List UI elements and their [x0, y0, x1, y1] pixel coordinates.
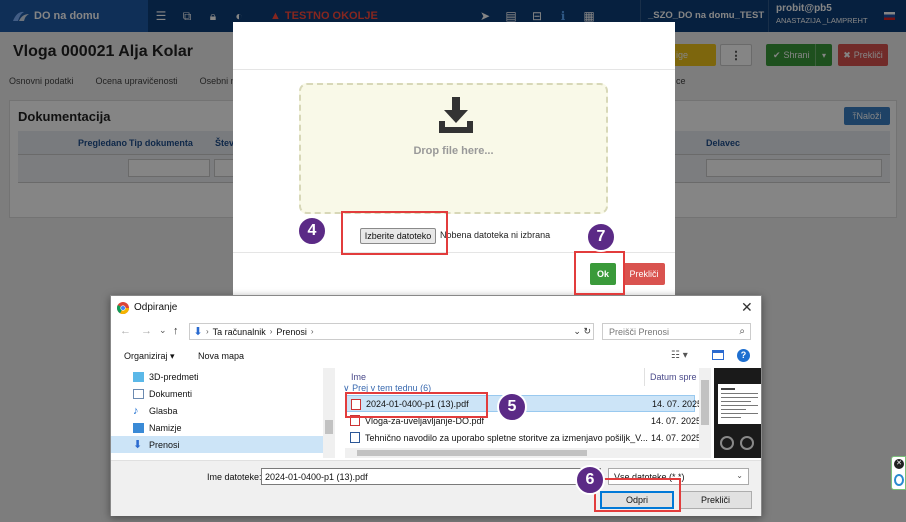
download-icon: [439, 97, 473, 133]
tree-item-label: Glasba: [149, 405, 178, 416]
filename-label: Ime datoteke:: [207, 472, 262, 482]
search-icon: ⌕: [739, 326, 745, 337]
download-arrow-icon: ⬇: [193, 326, 203, 338]
modal-cancel-button[interactable]: Prekliči: [623, 263, 665, 285]
close-icon[interactable]: ✕: [741, 299, 753, 316]
highlight-choose-file: [341, 211, 448, 255]
file-date: 14. 07. 2025: [651, 415, 702, 426]
dialog-nav-bar: ← → ⌄ ↑ ⬇ › Ta računalnik › Prenosi › ⌄ …: [111, 322, 761, 342]
chevron-right-icon: ›: [206, 327, 209, 336]
highlight-open: [594, 478, 681, 512]
tree-item-desktop[interactable]: Namizje: [133, 419, 182, 436]
search-input[interactable]: Preišči Prenosi ⌕: [602, 323, 751, 340]
chevron-down-icon: ⌄: [736, 471, 743, 480]
step-callout-4: 4: [297, 216, 327, 246]
close-icon[interactable]: ✕: [894, 459, 904, 469]
tree-item-label: Namizje: [149, 422, 182, 433]
preview-up-icon[interactable]: [720, 436, 734, 450]
breadcrumb-downloads[interactable]: Prenosi: [276, 327, 307, 337]
new-folder-button[interactable]: Nova mapa: [198, 351, 244, 361]
breadcrumb-this-pc[interactable]: Ta računalnik: [213, 327, 266, 337]
tree-scrollbar[interactable]: [323, 368, 335, 458]
tree-item-label: Dokumenti: [149, 388, 193, 399]
divider: [233, 69, 675, 70]
dialog-titlebar: Odpiranje ✕: [111, 296, 761, 320]
forward-arrow-icon[interactable]: →: [141, 325, 152, 337]
preview-lines: [721, 388, 758, 418]
scrollbar-thumb[interactable]: [357, 450, 587, 456]
file-status: Nobena datoteka ni izbrana: [440, 230, 551, 240]
chrome-icon: [117, 302, 129, 314]
tree-item-downloads[interactable]: ⬇ Prenosi: [111, 436, 323, 453]
preview-pane-icon[interactable]: [712, 350, 724, 360]
tree-item-label: 3D-predmeti: [149, 371, 199, 382]
tree-item-label: Prenosi: [149, 439, 180, 450]
tree-item-3d[interactable]: 3D-predmeti: [133, 368, 199, 385]
address-bar[interactable]: ⬇ › Ta računalnik › Prenosi › ⌄ ↻: [189, 323, 594, 340]
dialog-title: Odpiranje: [134, 302, 178, 313]
document-preview-thumbnail: [718, 384, 761, 424]
desktop-icon: [133, 422, 144, 433]
dialog-cancel-button[interactable]: Prekliči: [679, 491, 752, 509]
dialog-toolbar: Organiziraj ▾ Nova mapa ☷ ▾ ?: [111, 348, 761, 366]
drop-text: Drop file here...: [413, 145, 494, 157]
step-callout-7: 7: [586, 222, 616, 252]
3d-objects-icon: [133, 371, 144, 382]
column-name[interactable]: Ime: [351, 372, 366, 382]
highlight-file: [345, 392, 488, 418]
help-icon[interactable]: ?: [737, 349, 750, 362]
step-callout-5: 5: [497, 392, 527, 422]
preview-pane: [714, 368, 761, 458]
scrollbar-thumb[interactable]: [325, 420, 333, 434]
organize-menu[interactable]: Organiziraj ▾: [124, 351, 175, 362]
search-placeholder: Preišči Prenosi: [609, 327, 670, 337]
accessibility-icon[interactable]: [894, 474, 904, 486]
back-arrow-icon[interactable]: ←: [120, 325, 131, 337]
chevron-down-icon[interactable]: ⌄: [159, 325, 167, 336]
tree-item-music[interactable]: ♪ Glasba: [133, 402, 178, 419]
up-arrow-icon[interactable]: ↑: [173, 325, 179, 337]
highlight-ok: [574, 251, 625, 295]
scrollbar-thumb[interactable]: [701, 380, 709, 425]
horizontal-scrollbar[interactable]: [345, 448, 699, 458]
word-document-icon: [350, 432, 360, 443]
chevron-right-icon: ›: [310, 327, 314, 336]
download-arrow-icon: ⬇: [133, 438, 143, 451]
folder-tree: 3D-predmeti Dokumenti ♪ Glasba Namizje ⬇…: [111, 368, 335, 458]
refresh-icon[interactable]: ⌄ ↻: [573, 326, 591, 337]
view-options-icon[interactable]: ☷ ▾: [671, 350, 688, 361]
organize-label: Organiziraj: [124, 351, 168, 361]
file-date: 14. 07. 2025: [652, 398, 703, 409]
tree-item-documents[interactable]: Dokumenti: [133, 385, 192, 402]
column-date[interactable]: Datum spre: [650, 372, 697, 382]
preview-down-icon[interactable]: [740, 436, 754, 450]
step-callout-6: 6: [575, 465, 605, 495]
column-divider[interactable]: [644, 368, 645, 386]
file-date: 14. 07. 2025: [651, 432, 702, 443]
file-name: Tehnično navodilo za uporabo spletne sto…: [365, 432, 648, 443]
side-widget[interactable]: ✕: [891, 456, 906, 490]
file-row[interactable]: Tehnično navodilo za uporabo spletne sto…: [345, 429, 701, 446]
chevron-right-icon: ›: [269, 327, 273, 336]
file-list-scrollbar[interactable]: [699, 368, 711, 458]
filename-input[interactable]: 2024-01-0400-p1 (13).pdf: [261, 468, 601, 485]
documents-icon: [133, 388, 144, 399]
music-icon: ♪: [133, 404, 139, 417]
drop-zone[interactable]: Drop file here...: [299, 83, 608, 214]
